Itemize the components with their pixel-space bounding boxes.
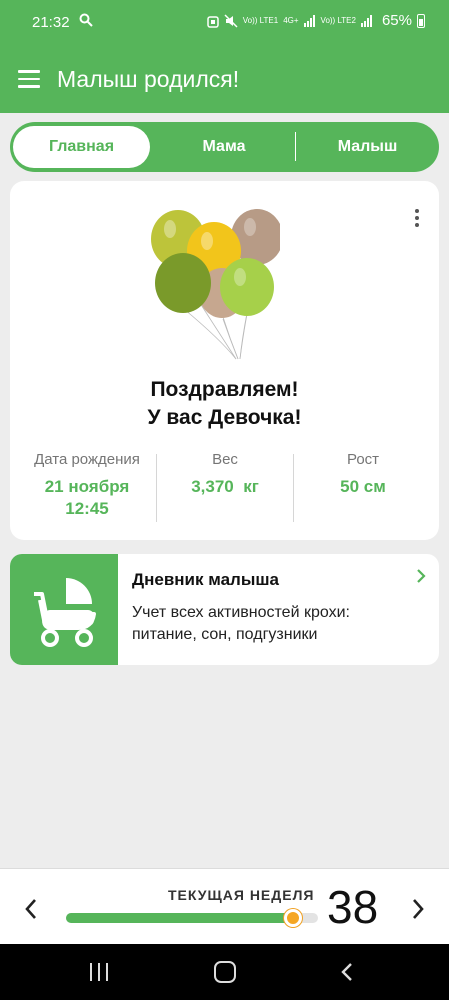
stat-birthdate: Дата рождения 21 ноября 12:45 <box>22 451 152 520</box>
balloons-image <box>151 209 280 360</box>
chevron-right-icon[interactable] <box>415 568 427 584</box>
stat-birthdate-date: 21 ноября <box>44 477 130 496</box>
diary-title: Дневник малыша <box>132 570 279 589</box>
recent-apps-icon[interactable] <box>90 963 108 981</box>
tab-baby[interactable]: Малыш <box>300 126 435 168</box>
baby-diary-card[interactable]: Дневник малыша Учет всех активностей кро… <box>10 554 439 665</box>
tab-mom[interactable]: Мама <box>155 126 293 168</box>
lte1-indicator: Vo)) LTE1 <box>242 15 279 25</box>
diary-icon-box <box>10 554 118 665</box>
week-label: ТЕКУЩАЯ НЕДЕЛЯ <box>168 887 315 903</box>
stat-birthdate-time: 12:45 <box>65 499 109 518</box>
congrats-card: Поздравляем! У вас Девочка! Дата рождени… <box>10 181 439 540</box>
status-time: 21:32 <box>32 14 70 31</box>
menu-icon[interactable] <box>18 70 40 88</box>
network-type: 4G+ <box>283 15 299 25</box>
tab-divider <box>295 132 296 161</box>
battery-level: 65% <box>381 12 412 29</box>
stat-weight-label: Вес <box>212 451 238 468</box>
congrats-line1: Поздравляем! <box>150 378 299 401</box>
status-icons: Vo)) LTE1 4G+ Vo)) LTE2 65% <box>207 12 425 29</box>
home-icon[interactable] <box>214 961 236 983</box>
mute-icon <box>224 13 238 28</box>
week-progress-fill <box>66 913 293 923</box>
app-bar: Малыш родился! <box>0 50 449 110</box>
more-vert-icon[interactable] <box>415 209 421 230</box>
signal2-icon <box>360 14 372 27</box>
stat-height-label: Рост <box>346 451 380 468</box>
congrats-line2: У вас Девочка! <box>147 406 302 429</box>
current-week-bar: ТЕКУЩАЯ НЕДЕЛЯ 38 <box>0 868 449 944</box>
chevron-left-icon[interactable] <box>22 897 40 921</box>
stroller-icon <box>34 578 96 647</box>
week-number: 38 <box>327 881 379 933</box>
tab-main[interactable]: Главная <box>13 126 150 168</box>
week-progress-knob <box>283 909 302 927</box>
top-bar: 21:32 Vo)) LTE1 4G+ Vo)) LTE2 65% Малыш … <box>0 0 449 113</box>
stat-birthdate-value: 21 ноября 12:45 <box>22 476 152 520</box>
week-progress <box>66 909 318 927</box>
chevron-right-icon[interactable] <box>409 897 427 921</box>
stat-height-value: 50 см <box>340 477 386 496</box>
diary-description: Учет всех активностей крохи: питание, со… <box>132 604 350 643</box>
lte2-indicator: Vo)) LTE2 <box>320 15 356 25</box>
stat-weight: Вес 3,370 кг <box>156 451 294 498</box>
back-icon[interactable] <box>340 962 354 982</box>
stat-birthdate-label: Дата рождения <box>34 451 140 468</box>
app-title: Малыш родился! <box>57 66 240 92</box>
congrats-text: Поздравляем! У вас Девочка! <box>10 376 439 432</box>
system-nav-bar <box>0 944 449 1000</box>
search-icon <box>79 13 93 27</box>
stat-weight-value: 3,370 кг <box>191 477 259 496</box>
tab-bar: Главная Мама Малыш <box>10 122 439 172</box>
battery-icon <box>417 13 425 28</box>
baby-stats: Дата рождения 21 ноября 12:45 Вес 3,370 … <box>10 451 439 522</box>
status-bar: 21:32 Vo)) LTE1 4G+ Vo)) LTE2 65% <box>0 0 449 44</box>
alarm-icon <box>207 15 219 28</box>
signal-icon <box>303 14 315 27</box>
stat-height: Рост 50 см <box>294 451 432 498</box>
